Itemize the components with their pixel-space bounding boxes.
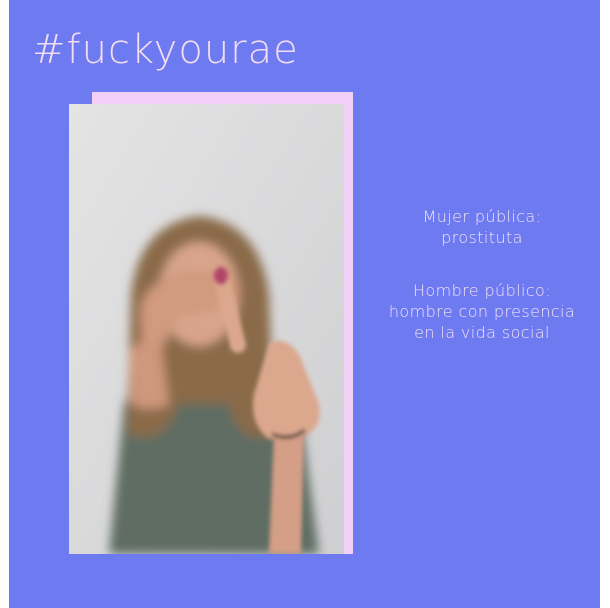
definitions-text: Mujer pública: prostituta Hombre público… <box>356 206 608 343</box>
instagram-post: #fuckyourae Mujer pública: prostituta Ho… <box>0 0 610 608</box>
definition-2-meaning-line-1: hombre con presencia <box>388 302 576 321</box>
definition-2-term: Hombre público: <box>412 281 552 300</box>
definition-2-meaning-line-2: en la vida social <box>414 323 550 342</box>
definition-1-meaning: prostituta <box>441 228 523 247</box>
woman-gesture-photo <box>69 104 344 554</box>
definition-1-term: Mujer pública: <box>422 207 542 226</box>
hashtag-title: #fuckyourae <box>32 27 299 73</box>
